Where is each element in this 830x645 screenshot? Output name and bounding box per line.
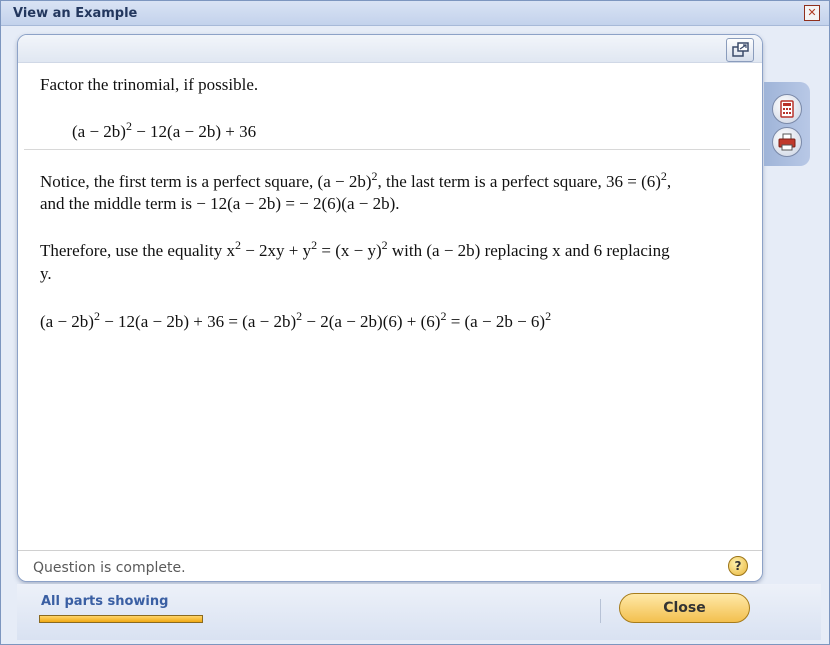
title-bar: View an Example ✕ bbox=[1, 1, 829, 26]
divider bbox=[24, 149, 750, 150]
tool-strip bbox=[764, 82, 810, 166]
exponent: 2 bbox=[234, 238, 241, 252]
text-part: , bbox=[666, 172, 672, 191]
text-part: , the last term is a perfect square, 36 … bbox=[377, 172, 661, 191]
example-panel: Factor the trinomial, if possible. (a − … bbox=[17, 34, 763, 582]
text-part: = (a − 2b − 6) bbox=[446, 312, 546, 331]
window-close-button[interactable]: ✕ bbox=[804, 5, 820, 21]
expr-part: (a − 2b) bbox=[72, 122, 126, 141]
divider bbox=[600, 599, 601, 623]
explanation-line-2: and the middle term is − 12(a − 2b) = − … bbox=[40, 194, 400, 213]
panel-header bbox=[18, 35, 762, 63]
calculator-icon bbox=[780, 100, 794, 118]
exponent: 2 bbox=[660, 169, 667, 183]
progress-fill bbox=[40, 616, 202, 622]
explanation-line-4: y. bbox=[40, 264, 52, 283]
expr-exponent: 2 bbox=[125, 119, 132, 133]
solution-line: (a − 2b)2 − 12(a − 2b) + 36 = (a − 2b)2 … bbox=[40, 309, 552, 332]
exponent: 2 bbox=[93, 309, 100, 323]
expand-button[interactable] bbox=[726, 38, 754, 62]
expr-part: − 12(a − 2b) + 36 bbox=[131, 122, 257, 141]
explanation-line-3: Therefore, use the equality x2 − 2xy + y… bbox=[40, 238, 670, 261]
print-icon bbox=[778, 133, 796, 151]
status-bar: Question is complete. ? bbox=[18, 550, 762, 581]
text-part: with (a − 2b) replacing x and 6 replacin… bbox=[387, 241, 670, 260]
exponent: 2 bbox=[371, 169, 378, 183]
progress-bar bbox=[39, 615, 203, 623]
text-part: = (x − y) bbox=[317, 241, 382, 260]
print-button[interactable] bbox=[772, 127, 802, 157]
text-part: − 2xy + y bbox=[240, 241, 312, 260]
status-text: Question is complete. bbox=[33, 560, 186, 576]
close-button[interactable]: Close bbox=[619, 593, 750, 623]
text-part: Notice, the first term is a perfect squa… bbox=[40, 172, 372, 191]
exponent: 2 bbox=[296, 309, 303, 323]
exponent: 2 bbox=[311, 238, 318, 252]
window-title: View an Example bbox=[13, 6, 138, 21]
problem-expression: (a − 2b)2 − 12(a − 2b) + 36 bbox=[72, 119, 257, 142]
exponent: 2 bbox=[545, 309, 552, 323]
example-window: View an Example ✕ Factor the trinomial, … bbox=[0, 0, 830, 645]
explanation-line-1: Notice, the first term is a perfect squa… bbox=[40, 169, 672, 192]
text-part: (a − 2b) bbox=[40, 312, 94, 331]
exponent: 2 bbox=[440, 309, 447, 323]
exponent: 2 bbox=[381, 238, 388, 252]
footer-bar: All parts showing Close bbox=[17, 584, 821, 640]
text-part: Therefore, use the equality x bbox=[40, 241, 235, 260]
text-part: − 12(a − 2b) + 36 = (a − 2b) bbox=[99, 312, 297, 331]
help-button[interactable]: ? bbox=[728, 556, 748, 576]
calculator-button[interactable] bbox=[772, 94, 802, 124]
all-parts-showing-link[interactable]: All parts showing bbox=[41, 594, 168, 609]
text-part: − 2(a − 2b)(6) + (6) bbox=[302, 312, 441, 331]
instruction-text: Factor the trinomial, if possible. bbox=[40, 75, 259, 94]
expand-icon bbox=[732, 42, 749, 57]
